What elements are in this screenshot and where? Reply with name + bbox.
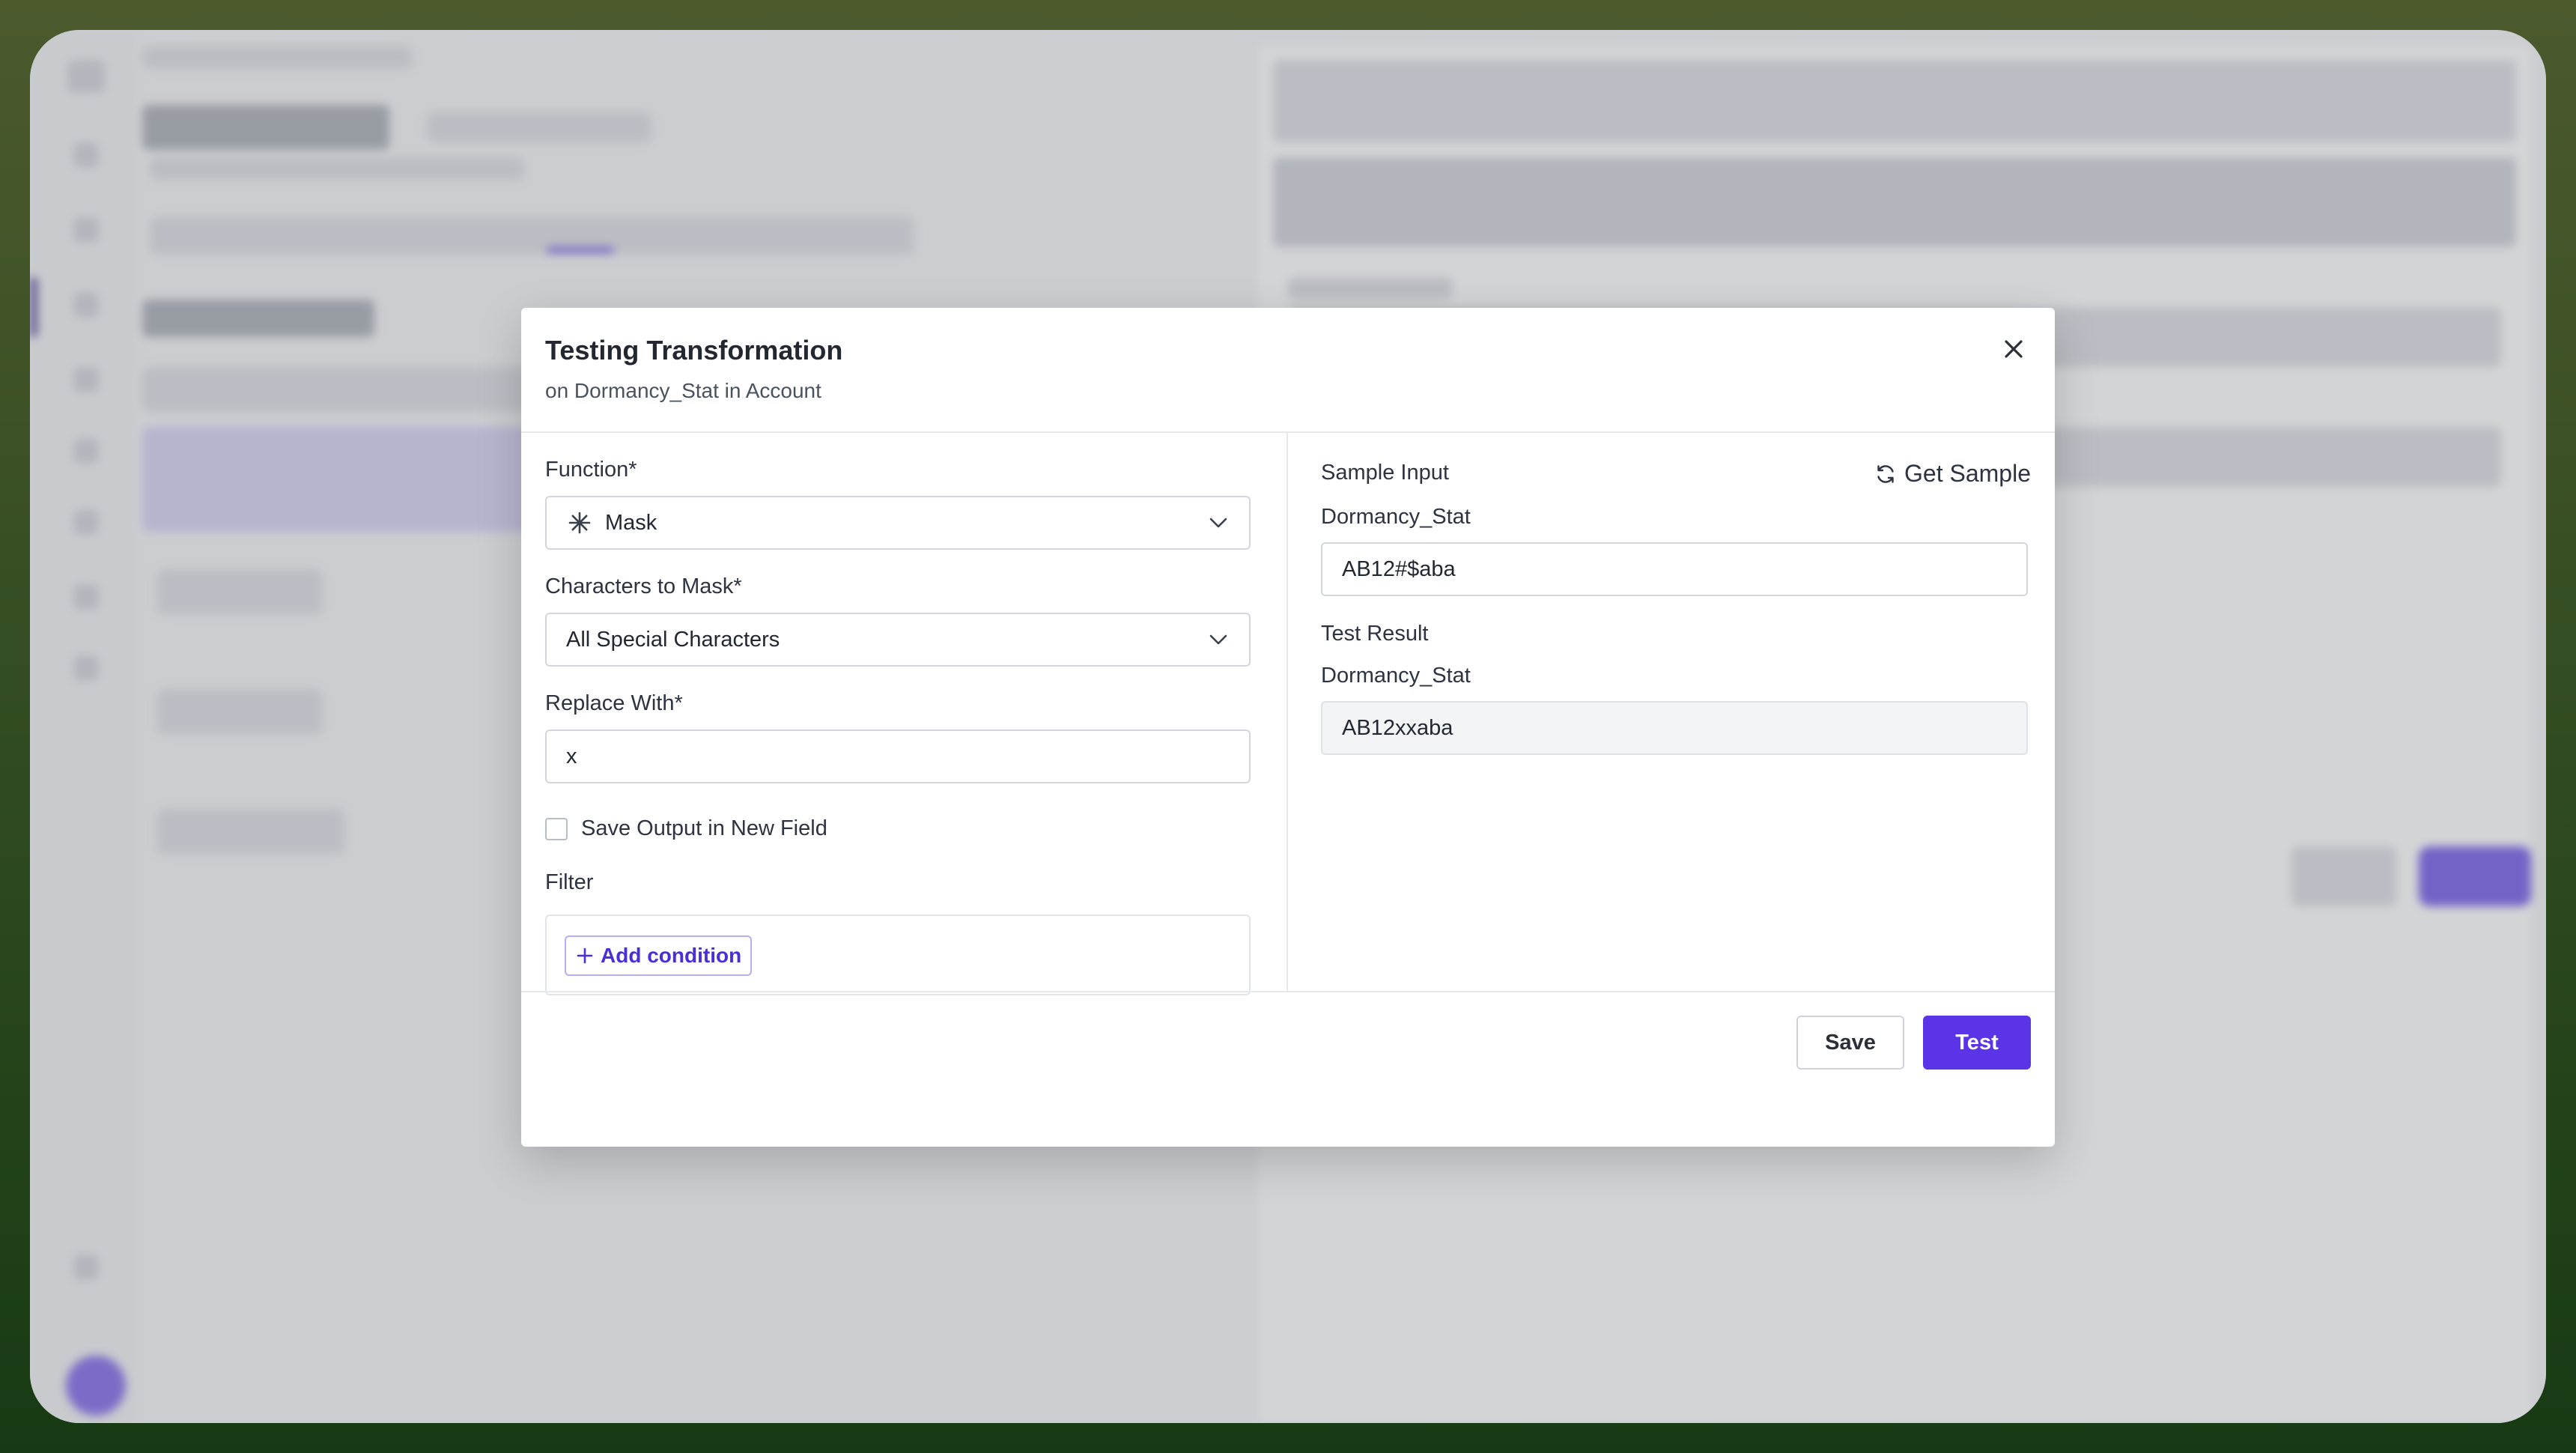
test-panel: Sample Input Get Sample Dormancy_Stat AB… bbox=[1288, 433, 2055, 991]
refresh-icon bbox=[1877, 464, 1894, 483]
get-sample-button[interactable]: Get Sample bbox=[1874, 460, 2031, 488]
test-result-value: AB12xxaba bbox=[1342, 715, 1453, 740]
test-result-label: Test Result bbox=[1321, 622, 1429, 646]
close-icon bbox=[2005, 340, 2023, 358]
dialog-footer: Save Test bbox=[521, 991, 2055, 1147]
function-value: Mask bbox=[605, 510, 657, 535]
characters-to-mask-select[interactable]: All Special Characters bbox=[545, 613, 1251, 667]
filter-box: Add condition bbox=[545, 914, 1251, 995]
dialog-header: Testing Transformation on Dormancy_Stat … bbox=[521, 308, 2055, 433]
add-condition-label: Add condition bbox=[601, 944, 742, 967]
save-output-checkbox[interactable] bbox=[545, 818, 568, 840]
function-label: Function* bbox=[545, 458, 637, 482]
plus-icon bbox=[577, 947, 593, 964]
get-sample-label: Get Sample bbox=[1904, 460, 2031, 487]
add-condition-button[interactable]: Add condition bbox=[565, 935, 753, 976]
test-button[interactable]: Test bbox=[1923, 1016, 2031, 1070]
sample-input-field[interactable]: AB12#$aba bbox=[1321, 542, 2028, 596]
characters-to-mask-label: Characters to Mask* bbox=[545, 574, 742, 598]
filter-label: Filter bbox=[545, 870, 594, 894]
transformation-settings: Function* Mask Characters to Mask* All S… bbox=[521, 433, 1287, 995]
sample-field-label: Dormancy_Stat bbox=[1321, 505, 1471, 529]
chevron-down-icon bbox=[1209, 518, 1227, 528]
result-field-label: Dormancy_Stat bbox=[1321, 664, 1471, 688]
replace-with-input[interactable]: x bbox=[545, 729, 1251, 783]
test-result-field: AB12xxaba bbox=[1321, 701, 2028, 755]
chevron-down-icon bbox=[1209, 634, 1227, 645]
dialog-subtitle: on Dormancy_Stat in Account bbox=[545, 379, 821, 402]
sample-input-value: AB12#$aba bbox=[1342, 556, 1456, 581]
replace-with-value: x bbox=[566, 744, 577, 768]
asterisk-icon bbox=[568, 512, 591, 534]
function-select[interactable]: Mask bbox=[545, 496, 1251, 550]
dialog-title: Testing Transformation bbox=[545, 335, 843, 365]
close-button[interactable] bbox=[1995, 330, 2032, 368]
characters-to-mask-value: All Special Characters bbox=[566, 627, 780, 652]
save-output-label: Save Output in New Field bbox=[581, 816, 827, 840]
replace-with-label: Replace With* bbox=[545, 691, 683, 715]
sample-input-label: Sample Input bbox=[1321, 461, 1449, 485]
testing-transformation-dialog: Testing Transformation on Dormancy_Stat … bbox=[521, 308, 2055, 1147]
save-button[interactable]: Save bbox=[1796, 1016, 1904, 1070]
